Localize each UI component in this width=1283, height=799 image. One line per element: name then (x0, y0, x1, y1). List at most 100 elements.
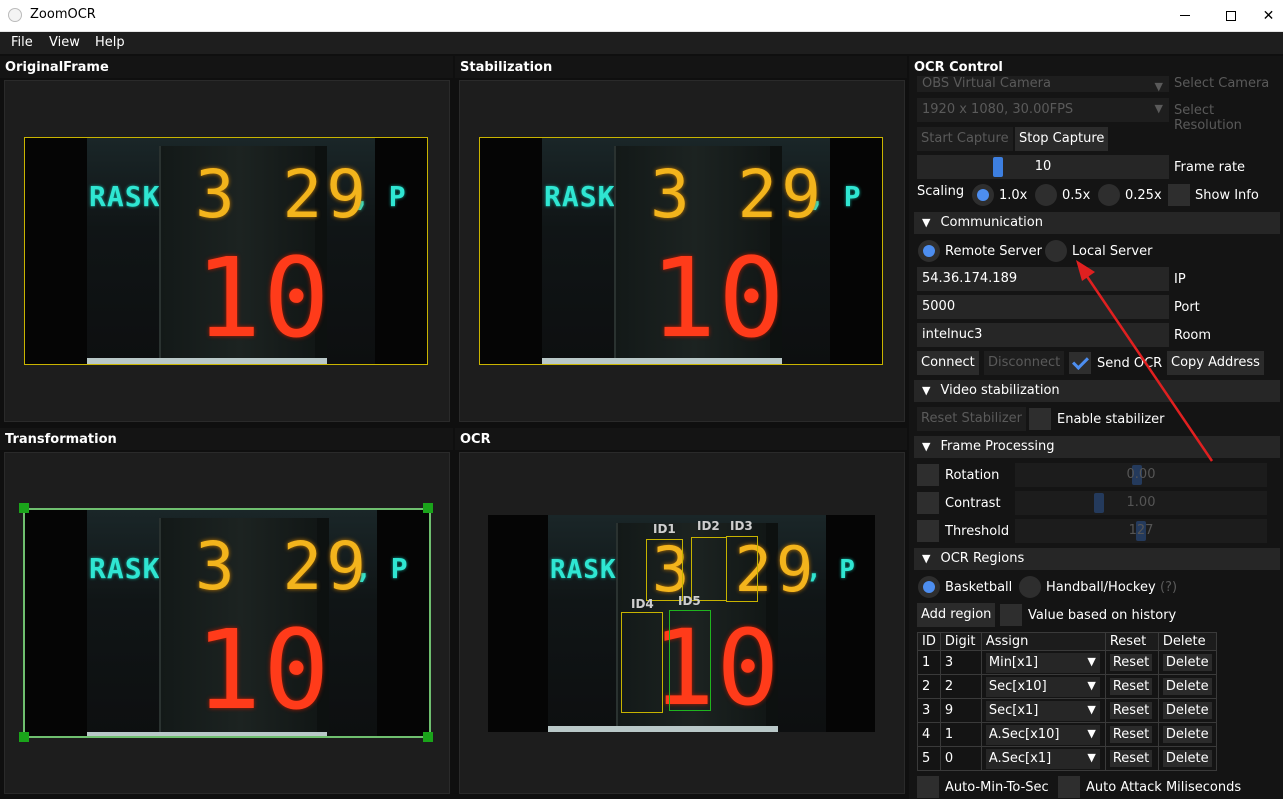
camera-select[interactable]: OBS Virtual Camera ▼ (917, 76, 1169, 93)
show-info-checkbox[interactable] (1168, 184, 1190, 206)
handball-radio[interactable] (1019, 576, 1041, 598)
add-region-button[interactable]: Add region (917, 603, 996, 627)
row-delete-button[interactable]: Delete (1162, 726, 1212, 743)
menu-view[interactable]: View (49, 35, 80, 50)
camera-select-label: Select Camera (1174, 76, 1270, 91)
ip-input[interactable]: 54.36.174.189 (917, 267, 1169, 291)
help-tooltip[interactable]: (?) (1160, 580, 1177, 595)
arena-sign-text: RASK (550, 555, 617, 585)
threshold-checkbox[interactable] (917, 520, 939, 542)
room-input[interactable]: intelnuc3 (917, 323, 1169, 347)
panel-title-ocr: OCR (455, 428, 907, 450)
frame-rate-slider[interactable]: 10 (917, 155, 1169, 179)
minimize-icon (1180, 15, 1190, 16)
row-reset-button[interactable]: Reset (1109, 750, 1153, 767)
section-ocr-regions[interactable]: ▼ OCR Regions (914, 548, 1280, 570)
menu-file[interactable]: File (11, 35, 33, 50)
scaling-radio-1x[interactable] (972, 184, 994, 206)
transform-handle-top-right[interactable] (423, 503, 433, 513)
collapse-triangle-icon: ▼ (922, 216, 931, 229)
ocr-region-4[interactable] (621, 612, 663, 713)
ocr-label-id4: ID4 (631, 597, 654, 611)
collapse-triangle-icon: ▼ (922, 440, 931, 453)
assign-select[interactable]: Min[x1] ▼ (985, 652, 1100, 673)
frame-rate-value: 10 (1034, 159, 1052, 174)
port-input[interactable]: 5000 (917, 295, 1169, 319)
transform-quad[interactable] (23, 508, 431, 738)
scaling-option-05x: 0.5x (1062, 188, 1091, 203)
row-delete-button[interactable]: Delete (1162, 750, 1212, 767)
enable-stabilizer-checkbox[interactable] (1029, 408, 1051, 430)
maximize-button[interactable] (1208, 0, 1254, 31)
scaling-radio-025x[interactable] (1098, 184, 1120, 206)
row-reset-button[interactable]: Reset (1109, 726, 1153, 743)
section-video-stabilization[interactable]: ▼ Video stabilization (914, 380, 1280, 402)
transform-handle-top-left[interactable] (19, 503, 29, 513)
disconnect-button[interactable]: Disconnect (984, 351, 1065, 375)
row-reset-button[interactable]: Reset (1109, 702, 1153, 719)
row-reset-button[interactable]: Reset (1109, 678, 1153, 695)
assign-select[interactable]: Sec[x1] ▼ (985, 700, 1100, 721)
table-row: 3 9 Sec[x1] ▼ Reset Delete (917, 698, 1217, 723)
close-icon: ✕ (1262, 7, 1275, 24)
value-history-checkbox[interactable] (1000, 604, 1022, 626)
assign-select-value: Sec[x1] (988, 702, 1039, 718)
remote-server-radio[interactable] (918, 240, 940, 262)
auto-attack-ms-label: Auto Attack Miliseconds (1086, 780, 1242, 795)
section-communication-title: Communication (940, 215, 1043, 230)
rotation-checkbox[interactable] (917, 464, 939, 486)
ocr-label-id2: ID2 (697, 519, 720, 533)
row-delete-button[interactable]: Delete (1162, 654, 1212, 671)
threshold-slider[interactable]: 127 (1015, 519, 1267, 543)
reset-stabilizer-button[interactable]: Reset Stabilizer (917, 407, 1027, 431)
local-server-radio[interactable] (1045, 240, 1067, 262)
ocr-region-5[interactable] (669, 610, 711, 711)
camera-select-value: OBS Virtual Camera (922, 76, 1051, 91)
chevron-down-icon: ▼ (1154, 80, 1163, 93)
close-button[interactable]: ✕ (1254, 0, 1283, 31)
assign-select-value: A.Sec[x10] (988, 726, 1060, 742)
title-bar: ZoomOCR ✕ (0, 0, 1283, 32)
contrast-checkbox[interactable] (917, 492, 939, 514)
row-delete-button[interactable]: Delete (1162, 702, 1212, 719)
section-frame-processing[interactable]: ▼ Frame Processing (914, 436, 1280, 458)
minimize-button[interactable] (1162, 0, 1208, 31)
row-digit: 0 (939, 746, 982, 771)
ocr-region-2[interactable] (691, 537, 727, 601)
ocr-region-1[interactable] (646, 539, 683, 601)
section-ocr-regions-title: OCR Regions (940, 551, 1025, 566)
assign-select[interactable]: A.Sec[x1] ▼ (985, 748, 1100, 769)
basketball-radio[interactable] (918, 576, 940, 598)
start-capture-button[interactable]: Start Capture (917, 127, 1013, 151)
roi-frame-original (24, 137, 428, 365)
send-ocr-label: Send OCR (1097, 356, 1163, 371)
assign-select[interactable]: A.Sec[x10] ▼ (985, 724, 1100, 745)
section-communication[interactable]: ▼ Communication (914, 212, 1280, 234)
panel-title-stabilization: Stabilization (455, 56, 907, 78)
copy-address-button[interactable]: Copy Address (1167, 351, 1264, 375)
auto-min-to-sec-checkbox[interactable] (917, 776, 939, 798)
ocr-region-3[interactable] (726, 536, 758, 602)
window-title: ZoomOCR (30, 7, 96, 22)
table-row: 5 0 A.Sec[x1] ▼ Reset Delete (917, 746, 1217, 771)
rotation-slider[interactable]: 0.00 (1015, 463, 1267, 487)
room-label: Room (1174, 328, 1212, 343)
auto-attack-ms-checkbox[interactable] (1058, 776, 1080, 798)
stop-capture-button[interactable]: Stop Capture (1015, 127, 1109, 151)
row-delete-button[interactable]: Delete (1162, 678, 1212, 695)
table-row: 2 2 Sec[x10] ▼ Reset Delete (917, 674, 1217, 699)
row-reset-button[interactable]: Reset (1109, 654, 1153, 671)
assign-select[interactable]: Sec[x10] ▼ (985, 676, 1100, 697)
transform-handle-bottom-left[interactable] (19, 732, 29, 742)
rotation-label: Rotation (945, 468, 1000, 483)
column-header-digit: Digit (939, 632, 982, 651)
resolution-select[interactable]: 1920 x 1080, 30.00FPS ▼ (917, 98, 1169, 122)
contrast-slider[interactable]: 1.00 (1015, 491, 1267, 515)
row-id: 1 (917, 650, 941, 675)
menu-help[interactable]: Help (95, 35, 125, 50)
scaling-radio-05x[interactable] (1035, 184, 1057, 206)
chevron-down-icon: ▼ (1087, 750, 1096, 764)
connect-button[interactable]: Connect (917, 351, 979, 375)
transform-handle-bottom-right[interactable] (423, 732, 433, 742)
send-ocr-checkbox[interactable] (1069, 352, 1091, 374)
